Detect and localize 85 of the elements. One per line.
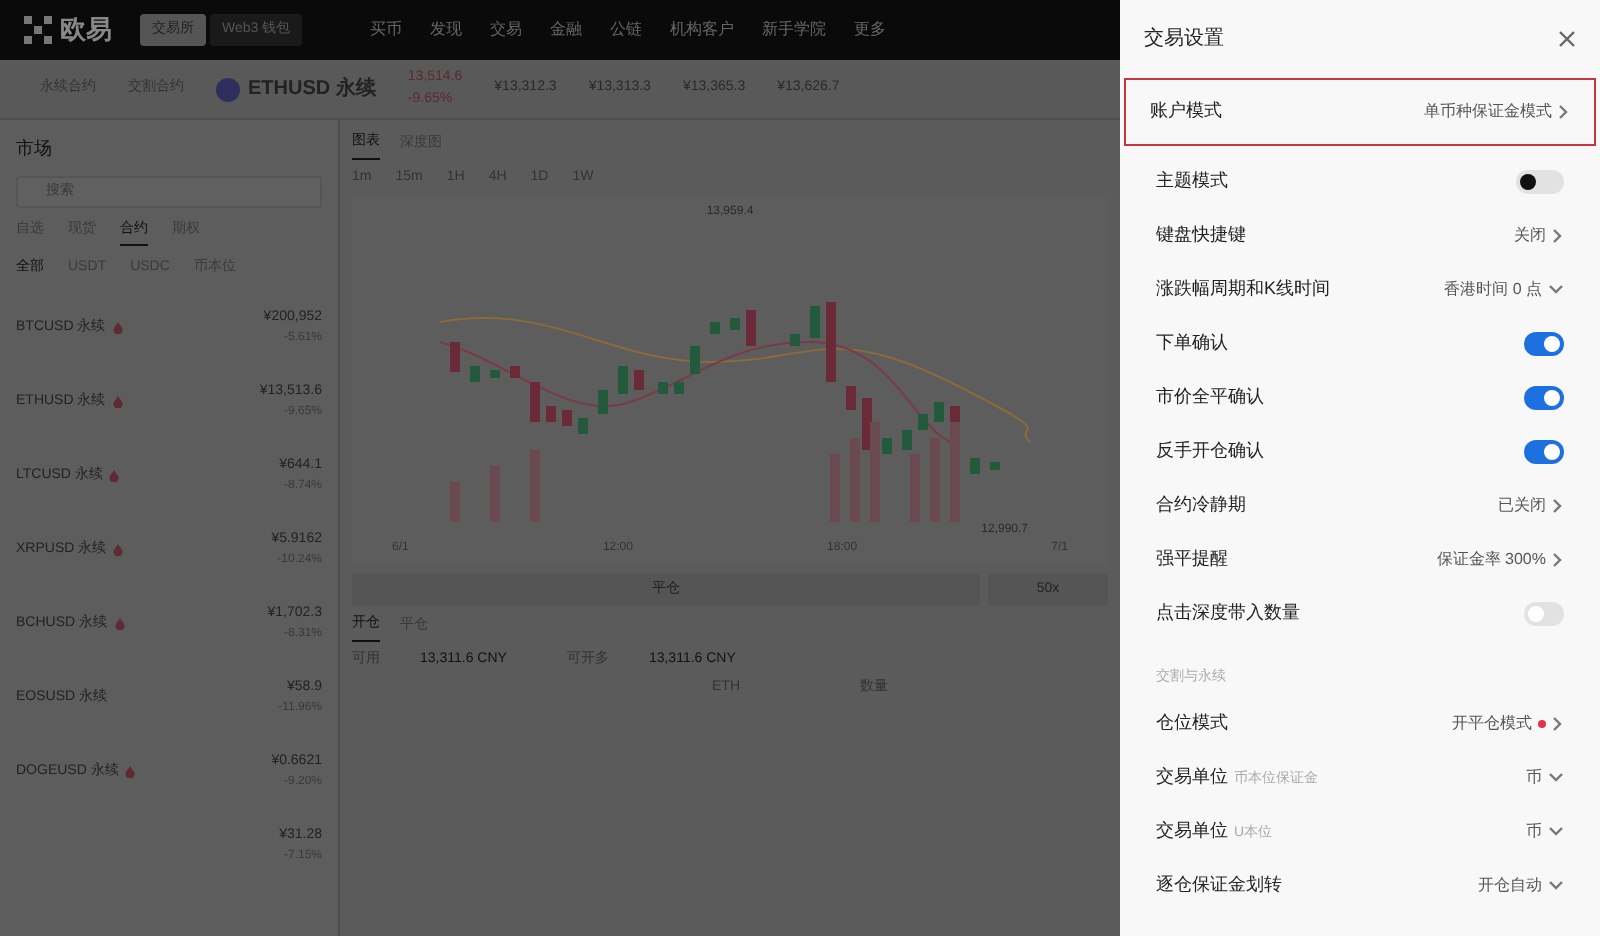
setting-label: 下单确认: [1156, 329, 1228, 356]
nav-link[interactable]: 发现: [430, 18, 463, 42]
setting-value[interactable]: 保证金率 300%: [1436, 547, 1564, 571]
drawer-title: 交易设置: [1144, 25, 1224, 54]
setting-value[interactable]: 香港时间 0 点: [1444, 277, 1564, 301]
candle: [530, 382, 540, 422]
candle: [810, 306, 820, 338]
candle: [490, 370, 500, 378]
chevron-down-icon: [1548, 772, 1564, 784]
candle: [902, 430, 912, 450]
nav-link[interactable]: 金融: [550, 18, 583, 42]
candle: [846, 386, 856, 410]
nav-link[interactable]: 公链: [610, 18, 643, 42]
setting-row[interactable]: 键盘快捷键 关闭: [1132, 208, 1588, 262]
chevron-right-icon: [1558, 104, 1570, 120]
candle: [934, 402, 944, 422]
chevron-right-icon: [1552, 716, 1564, 732]
setting-value[interactable]: 单币种保证金模式: [1424, 100, 1570, 124]
setting-label: 涨跌幅周期和K线时间: [1156, 275, 1331, 302]
setting-value[interactable]: 币: [1526, 820, 1564, 844]
setting-label: 点击深度带入数量: [1156, 599, 1300, 626]
setting-label: 合约冷静期: [1156, 491, 1246, 518]
candle: [470, 366, 480, 382]
setting-row[interactable]: 强平提醒 保证金率 300%: [1132, 532, 1588, 586]
candle: [450, 342, 460, 372]
setting-row[interactable]: 合约冷静期 已关闭: [1132, 478, 1588, 532]
candle: [674, 382, 684, 394]
nav-link[interactable]: 买币: [370, 18, 403, 42]
nav-link[interactable]: 更多: [854, 18, 887, 42]
setting-label: 逐仓保证金划转: [1156, 872, 1282, 899]
chevron-down-icon: [1548, 283, 1564, 295]
chevron-down-icon: [1548, 826, 1564, 838]
volume-bar: [930, 438, 940, 522]
candle: [562, 410, 572, 426]
setting-value[interactable]: 币: [1526, 766, 1564, 790]
volume-bar: [870, 422, 880, 522]
setting-label: 键盘快捷键: [1156, 221, 1246, 248]
chevron-right-icon: [1552, 551, 1564, 567]
candle: [510, 366, 520, 378]
coin-icon: [216, 77, 240, 101]
chevron-right-icon: [1552, 497, 1564, 513]
nav-link[interactable]: 机构客户: [670, 18, 735, 42]
setting-label: 强平提醒: [1156, 545, 1228, 572]
toggle-switch[interactable]: [1524, 331, 1564, 355]
candle: [918, 414, 928, 430]
candle: [598, 390, 608, 414]
candle: [790, 334, 800, 346]
chevron-down-icon: [1548, 880, 1564, 892]
close-icon[interactable]: [1558, 30, 1576, 48]
toggle-switch[interactable]: [1524, 601, 1564, 625]
nav-link[interactable]: 新手学院: [762, 18, 827, 42]
chevron-right-icon: [1552, 227, 1564, 243]
theme-switch[interactable]: [1516, 169, 1564, 193]
volume-bar: [950, 422, 960, 522]
candle: [990, 462, 1000, 470]
candle: [634, 370, 644, 390]
candle: [658, 382, 668, 394]
setting-value[interactable]: 关闭: [1514, 223, 1564, 247]
setting-label: 反手开仓确认: [1156, 437, 1264, 464]
candle: [618, 366, 628, 394]
candle: [746, 310, 756, 346]
setting-value[interactable]: 开仓自动: [1478, 874, 1564, 898]
candle: [690, 346, 700, 374]
toggle-switch[interactable]: [1524, 385, 1564, 409]
setting-label: 仓位模式: [1156, 710, 1228, 737]
setting-value[interactable]: 已关闭: [1498, 493, 1564, 517]
candle: [970, 458, 980, 474]
volume-bar: [850, 438, 860, 522]
symbol-selector[interactable]: ETHUSD 永续: [248, 74, 376, 104]
setting-value[interactable]: 开平仓模式: [1452, 712, 1564, 736]
candle: [826, 302, 836, 382]
logo-icon: [24, 16, 52, 44]
nav-link[interactable]: 交易: [490, 18, 523, 42]
candle: [546, 406, 556, 422]
candle: [882, 438, 892, 454]
logo-text: 欧易: [60, 12, 112, 49]
toggle-switch[interactable]: [1524, 439, 1564, 463]
candle: [710, 322, 720, 334]
setting-label: 主题模式: [1156, 167, 1228, 194]
setting-label: 账户模式: [1150, 98, 1222, 125]
candle: [578, 418, 588, 434]
candle: [730, 318, 740, 330]
panel-title: 市场: [16, 136, 54, 162]
highlighted-setting-row[interactable]: 账户模式 单币种保证金模式: [1124, 78, 1596, 146]
setting-label: 市价全平确认: [1156, 383, 1264, 410]
